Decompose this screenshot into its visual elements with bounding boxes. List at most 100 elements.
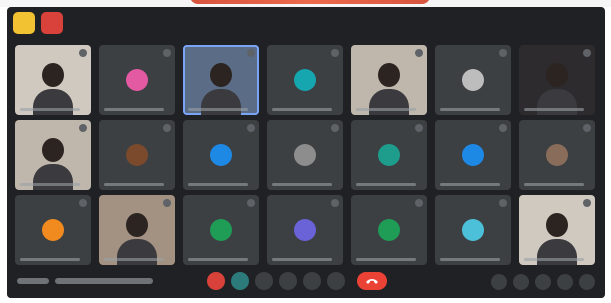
mic-status-icon: [247, 49, 255, 57]
participant-name: [356, 258, 416, 261]
participant-tile[interactable]: [183, 120, 259, 190]
mic-status-icon: [499, 49, 507, 57]
participant-tile[interactable]: [267, 45, 343, 115]
mic-status-icon: [331, 199, 339, 207]
red-close-icon[interactable]: [41, 12, 63, 34]
participant-video: [546, 213, 568, 237]
participant-video-body: [33, 164, 73, 190]
participant-avatar: [126, 144, 148, 166]
participant-avatar: [210, 219, 232, 241]
side-panel-tools: [491, 274, 595, 290]
participant-tile[interactable]: [15, 195, 91, 265]
mic-status-icon: [415, 199, 423, 207]
more-icon[interactable]: [327, 272, 345, 290]
participant-video: [42, 138, 64, 162]
participant-grid: [15, 45, 599, 265]
mic-off-icon[interactable]: [207, 272, 225, 290]
participant-avatar: [378, 144, 400, 166]
participant-name: [20, 258, 80, 261]
leave-call-button[interactable]: [357, 272, 387, 290]
participant-tile[interactable]: [99, 120, 175, 190]
participant-avatar: [42, 219, 64, 241]
mic-status-icon: [415, 124, 423, 132]
browser-top-edge: [0, 0, 611, 7]
participant-name: [188, 258, 248, 261]
phone-hangup-icon: [366, 279, 378, 284]
participant-avatar: [126, 69, 148, 91]
meeting-info: [17, 278, 153, 284]
participant-name: [356, 108, 416, 111]
people-icon[interactable]: [513, 274, 529, 290]
participant-tile[interactable]: [183, 45, 259, 115]
participant-name: [104, 258, 164, 261]
mic-status-icon: [163, 124, 171, 132]
video-icon[interactable]: [231, 272, 249, 290]
participant-tile[interactable]: [267, 195, 343, 265]
participant-video-body: [537, 89, 577, 115]
participant-name: [440, 108, 500, 111]
mic-status-icon: [415, 49, 423, 57]
page: [0, 0, 611, 303]
info-icon[interactable]: [491, 274, 507, 290]
participant-tile[interactable]: [15, 120, 91, 190]
mic-status-icon: [79, 124, 87, 132]
red-header-stripe: [190, 0, 430, 4]
participant-tile[interactable]: [351, 195, 427, 265]
participant-avatar: [294, 69, 316, 91]
mic-status-icon: [331, 124, 339, 132]
participant-tile[interactable]: [15, 45, 91, 115]
participant-tile[interactable]: [351, 45, 427, 115]
participant-video-body: [33, 89, 73, 115]
participant-tile[interactable]: [267, 120, 343, 190]
participant-name: [440, 183, 500, 186]
participant-video-body: [201, 89, 241, 115]
participant-name: [356, 183, 416, 186]
hand-icon[interactable]: [279, 272, 297, 290]
participant-name: [20, 183, 80, 186]
mic-status-icon: [247, 124, 255, 132]
participant-name: [20, 108, 80, 111]
mic-status-icon: [247, 199, 255, 207]
participant-name: [104, 183, 164, 186]
participant-tile[interactable]: [435, 45, 511, 115]
mic-status-icon: [79, 199, 87, 207]
participant-avatar: [378, 219, 400, 241]
participant-avatar: [294, 219, 316, 241]
participant-name: [524, 258, 584, 261]
participant-name: [440, 258, 500, 261]
bottom-toolbar: [7, 268, 605, 298]
participant-name: [272, 183, 332, 186]
participant-tile[interactable]: [519, 195, 595, 265]
present-icon[interactable]: [303, 272, 321, 290]
participant-avatar: [462, 219, 484, 241]
participant-tile[interactable]: [183, 195, 259, 265]
participant-avatar: [210, 144, 232, 166]
participant-tile[interactable]: [435, 120, 511, 190]
participant-tile[interactable]: [435, 195, 511, 265]
chat-icon[interactable]: [535, 274, 551, 290]
participant-name: [272, 258, 332, 261]
participant-video-body: [117, 239, 157, 265]
activities-icon[interactable]: [557, 274, 573, 290]
lock-icon[interactable]: [579, 274, 595, 290]
participant-video: [210, 63, 232, 87]
participant-name: [188, 108, 248, 111]
mic-status-icon: [79, 49, 87, 57]
participant-avatar: [462, 69, 484, 91]
participant-name: [104, 108, 164, 111]
mic-status-icon: [163, 199, 171, 207]
participant-video-body: [537, 239, 577, 265]
participant-tile[interactable]: [99, 195, 175, 265]
meeting-window: [7, 7, 605, 298]
captions-icon[interactable]: [255, 272, 273, 290]
participant-tile[interactable]: [351, 120, 427, 190]
participant-tile[interactable]: [519, 45, 595, 115]
participant-video: [546, 63, 568, 87]
yellow-app-icon[interactable]: [13, 12, 35, 34]
participant-avatar: [294, 144, 316, 166]
participant-tile[interactable]: [99, 45, 175, 115]
participant-name: [524, 183, 584, 186]
meeting-code: [55, 278, 153, 284]
participant-video-body: [369, 89, 409, 115]
participant-tile[interactable]: [519, 120, 595, 190]
